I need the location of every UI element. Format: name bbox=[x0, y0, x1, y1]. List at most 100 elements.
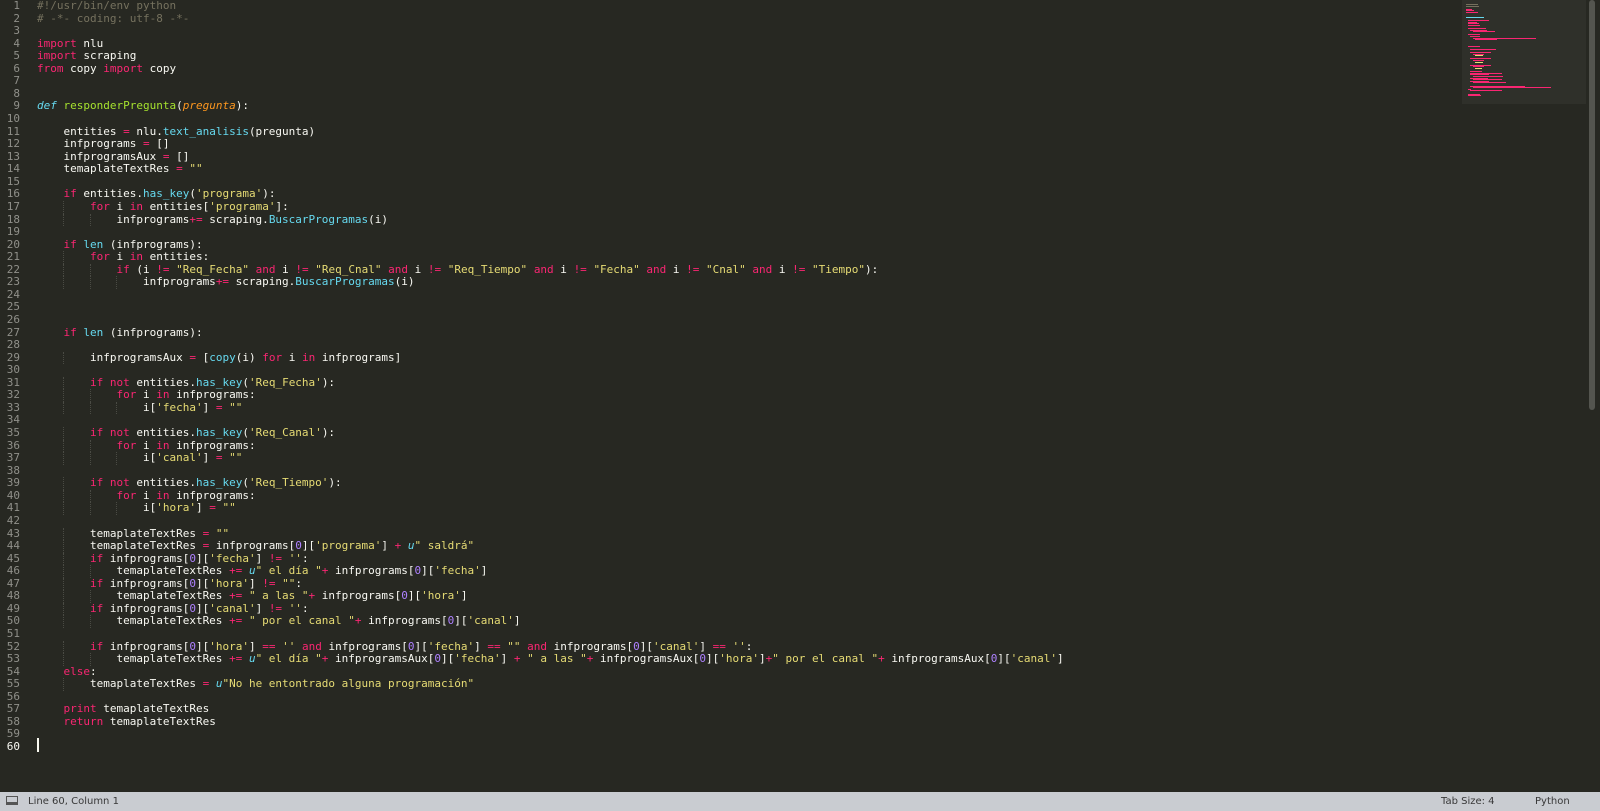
code-token: ( bbox=[242, 476, 249, 490]
code-token: += bbox=[229, 614, 243, 628]
code-token: and bbox=[388, 262, 408, 276]
code-token: 'Req_Fecha' bbox=[248, 375, 322, 389]
code-token: 'programa' bbox=[209, 199, 276, 213]
code-token: for bbox=[116, 488, 137, 502]
code-token: if bbox=[89, 426, 104, 440]
code-token: in bbox=[156, 388, 170, 402]
code-token: i bbox=[275, 262, 296, 276]
code-line[interactable]: i['hora'] = "" bbox=[37, 502, 236, 515]
code-token: ] bbox=[248, 576, 263, 590]
code-token: copy bbox=[143, 61, 177, 75]
code-token: temaplateTextRes bbox=[37, 539, 203, 553]
code-token: 0 bbox=[407, 639, 415, 653]
code-token: 0 bbox=[633, 639, 640, 653]
code-token: u bbox=[407, 539, 415, 553]
code-line[interactable]: i['canal'] = "" bbox=[37, 451, 242, 465]
line-number: 60 bbox=[6, 740, 20, 754]
code-token: and bbox=[301, 639, 322, 653]
vertical-scrollbar[interactable] bbox=[1589, 0, 1595, 410]
code-token: 'hora' bbox=[209, 576, 249, 590]
code-line[interactable]: temaplateTextRes += u" el día " + infprog… bbox=[37, 652, 1064, 666]
code-token: #!/usr/bin/env python bbox=[37, 0, 177, 12]
code-token: "Req_Tiempo" bbox=[447, 262, 528, 276]
code-token: 'programa' bbox=[195, 187, 263, 201]
code-token: nlu. bbox=[129, 124, 163, 138]
code-token: 'canal' bbox=[156, 451, 203, 465]
code-token: 0 bbox=[699, 652, 706, 666]
code-token: 'hora' bbox=[209, 639, 249, 653]
code-token: has_key bbox=[195, 426, 243, 440]
line-number: 55 bbox=[6, 677, 20, 691]
code-area[interactable]: #!/usr/bin/env python # -*- coding: utf-8… bbox=[37, 0, 1457, 792]
minimap-line bbox=[1468, 95, 1481, 97]
code-token: "" bbox=[222, 501, 236, 515]
code-line[interactable]: i['fecha'] = "" bbox=[37, 401, 242, 415]
code-token: 'fecha' bbox=[454, 652, 501, 666]
code-line[interactable]: from copy import copy bbox=[37, 61, 177, 76]
code-token: 0 bbox=[189, 639, 196, 653]
code-token: 'programa' bbox=[315, 539, 382, 553]
code-token: (i bbox=[129, 262, 157, 276]
code-token: ][ bbox=[195, 576, 210, 590]
code-token: infprograms: bbox=[169, 488, 256, 502]
code-line[interactable]: temaplateTextRes = u"No he entontrado al… bbox=[37, 677, 474, 691]
code-token: infprograms[ bbox=[361, 614, 448, 628]
code-token: != bbox=[573, 262, 587, 276]
code-token: from bbox=[37, 61, 64, 75]
code-line[interactable]: return temaplateTextRes bbox=[37, 714, 216, 729]
code-token: BuscarProgramas bbox=[268, 212, 369, 226]
code-token: [] bbox=[169, 149, 190, 163]
code-line[interactable]: # -*- coding: utf-8 -*- bbox=[37, 12, 189, 26]
code-token: ][ bbox=[195, 601, 210, 615]
minimap[interactable] bbox=[1462, 0, 1586, 104]
tab-size-indicator[interactable]: Tab Size: 4 bbox=[1441, 796, 1495, 807]
code-token: ] bbox=[480, 564, 488, 578]
code-token: "" bbox=[215, 526, 230, 540]
code-token: infprogramsAux[ bbox=[884, 652, 991, 666]
syntax-indicator[interactable]: Python bbox=[1535, 796, 1570, 807]
code-token: = bbox=[142, 137, 150, 151]
code-token: temaplateTextRes bbox=[103, 714, 216, 728]
line-number: 51 bbox=[6, 627, 20, 640]
code-token: : bbox=[301, 601, 309, 615]
code-line[interactable]: if len (infprograms): bbox=[37, 325, 203, 340]
code-token: import bbox=[37, 36, 77, 50]
code-line[interactable]: infprogramsAux = [copy(i) for i in infpr… bbox=[37, 351, 401, 365]
indent-guide bbox=[63, 502, 65, 515]
code-token: ] bbox=[381, 539, 395, 553]
code-token: entities: bbox=[142, 250, 210, 264]
text-cursor bbox=[37, 738, 39, 752]
minimap-line bbox=[1466, 12, 1478, 13]
code-token: text_analisis bbox=[162, 124, 249, 138]
code-token: i[ bbox=[37, 501, 157, 515]
code-token: ][ bbox=[454, 614, 468, 628]
code-line[interactable]: infprograms+= scraping.BuscarProgramas(i… bbox=[37, 276, 415, 289]
line-number: 39 bbox=[6, 476, 20, 490]
code-token: temaplateTextRes bbox=[37, 614, 230, 628]
code-token: ): bbox=[321, 426, 336, 440]
code-token: def bbox=[37, 99, 57, 113]
code-editor[interactable]: 1 2 3 4 5 6 7 8 9 10 11 12 13 14 15 16 17 18 19 20 21 22 23 24 2… bbox=[0, 0, 1600, 792]
code-token: import bbox=[103, 61, 143, 75]
code-token: ] bbox=[1057, 652, 1064, 666]
code-token: len bbox=[83, 325, 104, 339]
code-token: ][ bbox=[301, 539, 316, 553]
code-token: = bbox=[209, 501, 216, 515]
code-token: infprograms[ bbox=[328, 564, 415, 578]
code-token: ][ bbox=[407, 589, 422, 603]
code-line[interactable]: temaplateTextRes += " por el canal "+ in… bbox=[37, 615, 520, 628]
code-token: infprogramsAux[ bbox=[593, 652, 700, 666]
code-token: in bbox=[129, 250, 143, 264]
code-line[interactable]: temaplateTextRes = "" bbox=[37, 162, 202, 176]
panel-icon[interactable] bbox=[6, 796, 18, 805]
code-line[interactable]: def responderPregunta(pregunta): bbox=[37, 100, 249, 113]
code-token: != bbox=[262, 576, 276, 590]
code-token: infprograms[ bbox=[103, 576, 190, 590]
